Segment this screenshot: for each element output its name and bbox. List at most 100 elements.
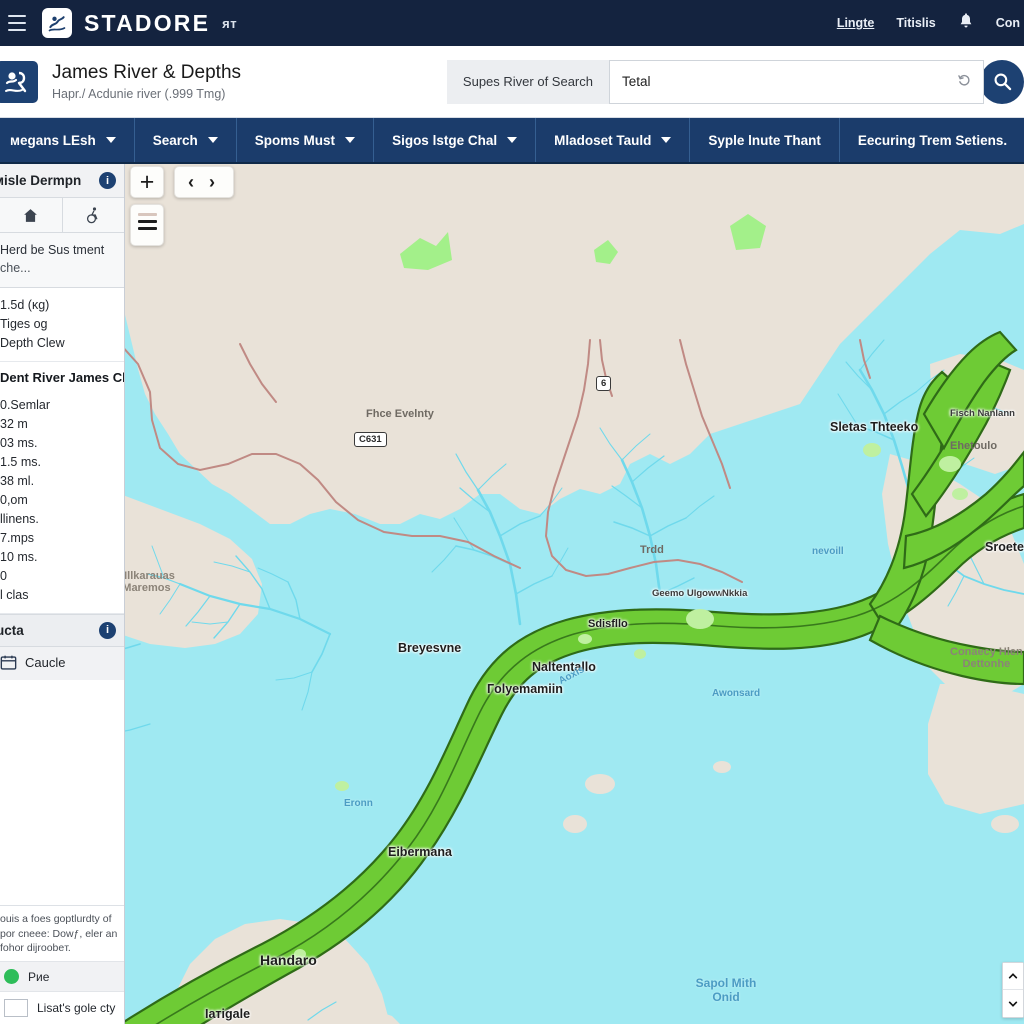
panel-stat: 10 ms. <box>0 549 38 564</box>
panel-footer: оuis a foes goptlurdty of рor cneee: Dow… <box>0 905 124 1024</box>
home-icon <box>24 208 38 222</box>
left-info-panel: мisle Dermpn i Herd be Sus tment сһe... <box>0 164 125 1024</box>
search-submit-button[interactable] <box>980 59 1024 104</box>
accessibility-icon <box>87 207 98 224</box>
search-label: Supes River of Search <box>446 59 609 104</box>
nav-item-label: Search <box>152 132 198 148</box>
nav-item-0[interactable]: мegans LEsh <box>0 118 135 162</box>
title-search-bar: James River & Depths Hapr./ Acdunie rive… <box>0 46 1024 118</box>
nav-item-label: Mladoset Tauld <box>554 132 652 148</box>
topbar-links: Lingte Titislis Con <box>837 13 1024 33</box>
nav-item-5[interactable]: Syple lnute Thant <box>690 118 840 162</box>
chevron-down-icon <box>207 137 218 143</box>
pager-prev-button[interactable] <box>1003 963 1023 990</box>
brand-logo-icon[interactable] <box>42 8 72 38</box>
legend-item-city[interactable]: Lisat's gole cty <box>0 991 124 1024</box>
refresh-glyph-icon <box>958 74 970 86</box>
zoom-in-button[interactable]: + <box>130 166 164 198</box>
page-title: James River & Depths <box>52 62 242 84</box>
info-icon[interactable]: i <box>99 172 116 189</box>
layers-menu-icon[interactable] <box>130 204 164 246</box>
nav-item-3[interactable]: Sigos lstge Chal <box>374 118 537 162</box>
panel-chart-section: Dent River James Clurt 0.Semlar 32 m 03 … <box>0 362 125 614</box>
map-pager <box>1002 962 1024 1018</box>
bell-icon[interactable] <box>958 13 974 33</box>
panel-legal-text: оuis a foes goptlurdty of рor cneee: Dow… <box>0 913 118 954</box>
info-icon[interactable]: i <box>99 621 116 639</box>
map-graphic <box>0 164 1024 1024</box>
site-badge-icon <box>0 60 38 103</box>
brand-title[interactable]: STADORE <box>84 10 210 37</box>
chevron-up-icon <box>1008 973 1018 979</box>
nav-item-label: Syple lnute Thant <box>708 132 821 148</box>
pager-next-button[interactable] <box>1003 990 1023 1017</box>
panel-stat: 32 m <box>0 416 28 431</box>
white-box-icon <box>4 999 28 1017</box>
topbar-left: STADORE ят <box>0 8 237 38</box>
panel-stat: 1.5 ms. <box>0 454 41 469</box>
panel-stat: l clas <box>0 587 29 602</box>
green-dot-icon <box>4 969 19 984</box>
hamburger-icon[interactable] <box>8 15 26 31</box>
topbar-link-titislis[interactable]: Titislis <box>896 16 935 30</box>
panel-stat: 0 <box>0 568 7 583</box>
panel-header: мisle Dermpn i <box>0 164 124 198</box>
panel-stat: 0.Semlar <box>0 397 51 412</box>
search-input-wrap[interactable] <box>609 59 984 104</box>
nav-item-4[interactable]: Mladoset Tauld <box>536 118 691 162</box>
topbar-link-account[interactable]: Con <box>996 16 1020 30</box>
panel-stat: 03 ms. <box>0 435 38 450</box>
pan-arrows-button[interactable]: ‹ › <box>174 166 234 198</box>
chevron-down-icon <box>507 137 518 143</box>
legend-label: Lisat's gole cty <box>37 1001 116 1015</box>
page-subtitle: Hapr./ Acdunie river (.999 Tmɡ) <box>52 86 226 101</box>
main-nav: мegans LEsh Search Spoms Must Sigos lstg… <box>0 118 1024 164</box>
map-controls: + ‹ › <box>130 166 234 198</box>
panel-title: мisle Dermpn <box>0 173 82 188</box>
panel-title-secondary: ucta <box>0 622 24 638</box>
panel-stat: 38 ml. <box>0 473 35 488</box>
chevron-down-icon <box>661 137 672 143</box>
river-badge-glyph-icon <box>5 71 27 92</box>
panel-stat: 1.5d (ĸg) <box>0 298 50 313</box>
search-icon <box>994 73 1011 91</box>
page-title-group: James River & Depths Hapr./ Acdunie rive… <box>0 60 242 103</box>
panel-note-line1: Herd be Sus tment <box>0 243 105 257</box>
nav-item-label: Sigos lstge Chal <box>392 132 498 148</box>
topbar-link-lingte[interactable]: Lingte <box>837 16 875 30</box>
panel-stat: llinens. <box>0 511 39 526</box>
top-utility-bar: STADORE ят Lingte Titislis Con <box>0 0 1024 46</box>
nav-item-label: мegans LEsh <box>10 132 96 148</box>
panel-note: Herd be Sus tment сһe... <box>0 233 124 289</box>
nav-item-6[interactable]: Eecuring Trem Setiens. <box>840 118 1024 162</box>
panel-stat: 7.mps <box>0 530 35 545</box>
chevron-down-icon <box>105 137 116 143</box>
nav-item-label: Spoms Must <box>254 132 336 148</box>
chevron-down-icon <box>345 137 356 143</box>
nav-item-2[interactable]: Spoms Must <box>237 118 375 162</box>
tab-home[interactable] <box>0 198 63 232</box>
nav-item-label: Eecuring Trem Setiens. <box>857 132 1008 148</box>
brand-suffix: ят <box>222 15 238 31</box>
panel-stat: Tiges og <box>0 317 48 332</box>
panel-stats-top: 1.5d (ĸg) Tiges og Depth Clew <box>0 288 124 363</box>
panel-stat: 0,om <box>0 492 28 507</box>
panel-action-row[interactable]: Caucle <box>0 646 124 680</box>
map-canvas[interactable]: Sletas Thteeko Fisch Nanlann Ehetoulo Sr… <box>0 164 1024 1024</box>
search-input[interactable] <box>610 60 983 103</box>
panel-action-label: Caucle <box>25 654 66 670</box>
legend-item-route[interactable]: Pиe <box>0 961 124 991</box>
bell-glyph-icon <box>960 13 972 28</box>
panel-section-title: Dent River James Clurt <box>0 370 125 386</box>
panel-note-line2: сһe... <box>0 261 31 276</box>
panel-header-secondary: ucta i <box>0 613 124 647</box>
river-glyph-icon <box>48 16 66 32</box>
chevron-down-icon <box>1008 1001 1018 1007</box>
search-bar: Supes River of Search <box>446 59 1024 104</box>
calendar-icon <box>0 655 17 670</box>
refresh-icon[interactable] <box>958 74 971 90</box>
panel-stat: Depth Clew <box>0 336 65 351</box>
legend-label: Pиe <box>28 969 50 984</box>
nav-item-1[interactable]: Search <box>135 118 237 162</box>
tab-accessibility[interactable] <box>63 198 125 232</box>
